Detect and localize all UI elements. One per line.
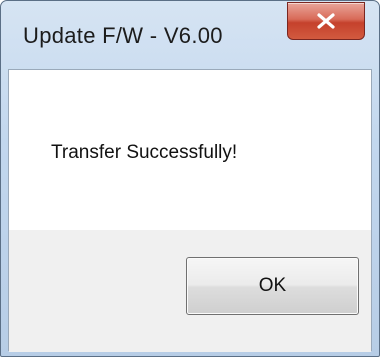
title-bar[interactable]: Update F/W - V6.00 — [1, 1, 379, 69]
window-title: Update F/W - V6.00 — [23, 23, 223, 48]
button-area: OK — [9, 230, 371, 352]
message-area: Transfer Successfully! — [9, 70, 371, 230]
close-icon — [317, 13, 335, 29]
dialog-window: Update F/W - V6.00 Transfer Successfully… — [0, 0, 380, 357]
message-text: Transfer Successfully! — [51, 142, 238, 163]
close-button[interactable] — [287, 2, 365, 40]
ok-button[interactable]: OK — [186, 257, 359, 315]
dialog-body: Transfer Successfully! OK — [8, 69, 372, 352]
